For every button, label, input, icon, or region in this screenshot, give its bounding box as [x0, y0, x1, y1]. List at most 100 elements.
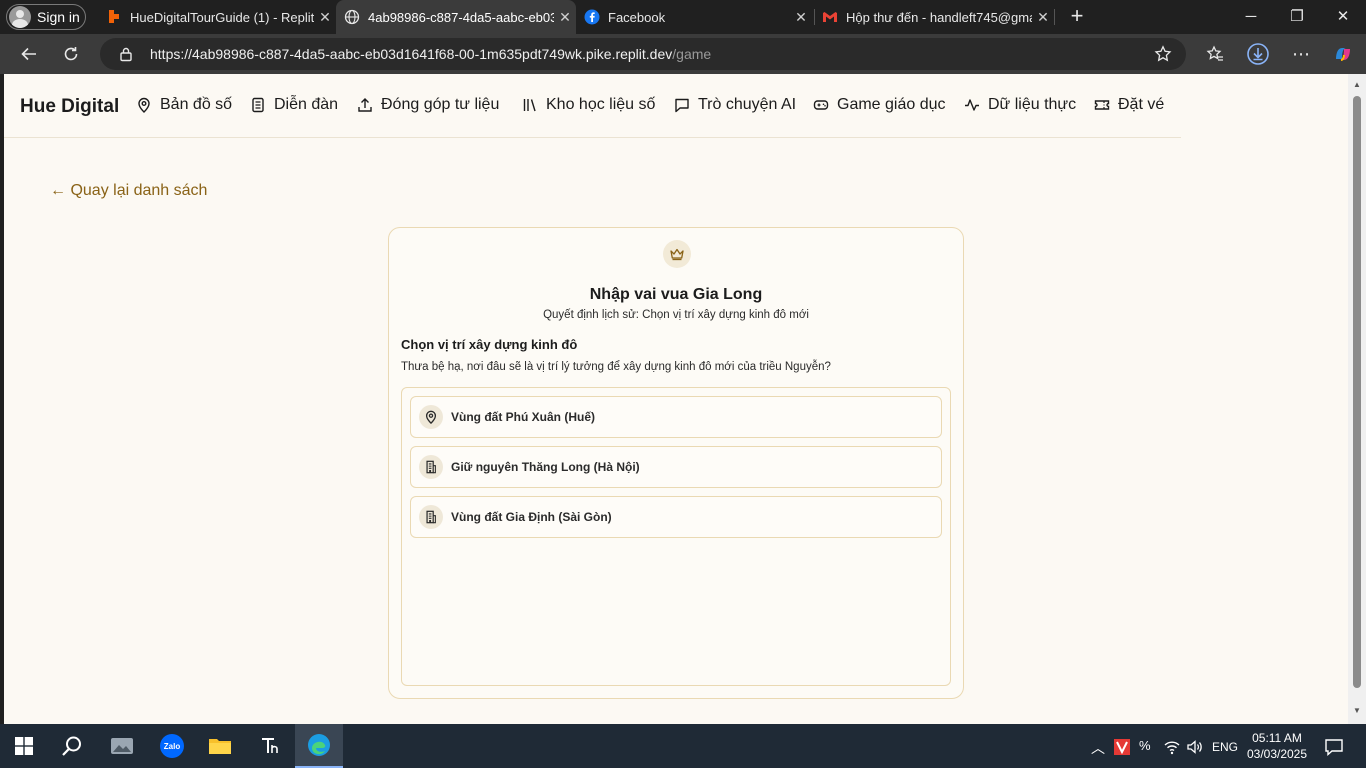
map-pin-icon	[138, 97, 150, 113]
search-icon	[62, 736, 81, 756]
upload-icon	[358, 98, 372, 112]
refresh-icon	[64, 47, 78, 61]
taskbar-file-explorer[interactable]	[196, 724, 244, 768]
windows-logo-icon	[15, 737, 33, 755]
refresh-button[interactable]	[56, 40, 86, 68]
edge-icon	[308, 734, 330, 756]
sign-in-label: Sign in	[37, 9, 80, 25]
question-title: Chọn vị trí xây dựng kinh đô	[401, 337, 578, 352]
favorites-button[interactable]	[1200, 40, 1230, 68]
sign-in-button[interactable]: Sign in	[6, 4, 86, 30]
star-icon[interactable]	[1154, 45, 1172, 63]
browser-toolbar: https://4ab98986-c887-4da5-aabc-eb03d164…	[0, 34, 1366, 74]
option-icon-wrap	[419, 405, 443, 429]
scrollbar-thumb[interactable]	[1353, 96, 1361, 688]
more-menu-button[interactable]: ⋯	[1286, 40, 1316, 68]
favorites-icon	[1206, 45, 1223, 61]
tab-gmail[interactable]: Hộp thư đến - handleft745@gmai ✕	[814, 0, 1054, 34]
game-title: Nhập vai vua Gia Long	[589, 286, 763, 303]
nav-item-ban-do-so[interactable]: Bản đồ số	[136, 96, 232, 114]
profile-avatar-icon	[9, 6, 31, 28]
option-label: Vùng đất Phú Xuân (Huế)	[451, 410, 595, 424]
close-window-button[interactable]: ✕	[1320, 0, 1366, 34]
tray-expand-icon[interactable]: ︿	[1091, 738, 1105, 758]
tab-game-page[interactable]: 4ab98986-c887-4da5-aabc-eb03d ✕	[336, 0, 576, 34]
map-pin-icon	[425, 410, 437, 424]
copilot-button[interactable]	[1328, 40, 1358, 68]
new-tab-button[interactable]: +	[1066, 4, 1088, 30]
back-to-list-link[interactable]: ← Quay lại danh sách	[50, 182, 207, 200]
zalo-icon: Zalo	[160, 734, 184, 758]
wifi-icon[interactable]	[1163, 738, 1181, 756]
close-tab-icon[interactable]: ✕	[314, 9, 336, 26]
clock-date: 03/03/2025	[1246, 747, 1308, 761]
game-card: Nhập vai vua Gia Long Quyết định lịch sử…	[388, 227, 964, 699]
tab-title: Facebook	[608, 9, 666, 25]
restore-button[interactable]: ❐	[1274, 0, 1320, 34]
minimize-button[interactable]: ─	[1228, 0, 1274, 34]
nav-label: Trò chuyện AI	[698, 96, 797, 113]
language-indicator[interactable]: ENG	[1212, 740, 1238, 754]
site-brand[interactable]: Hue Digital	[20, 96, 119, 118]
tab-facebook[interactable]: Facebook ✕	[576, 0, 812, 34]
text-app-icon	[262, 738, 278, 753]
chat-icon	[675, 98, 689, 113]
ime-icon[interactable]: %	[1139, 738, 1151, 753]
downloads-button[interactable]	[1243, 40, 1273, 68]
close-tab-icon[interactable]: ✕	[790, 9, 812, 26]
tab-replit[interactable]: HueDigitalTourGuide (1) - Replit ✕	[98, 0, 336, 34]
question-text: Thưa bệ hạ, nơi đâu sẽ là vị trí lý tưởn…	[401, 361, 831, 373]
taskbar-photos[interactable]	[98, 724, 146, 768]
option-icon-wrap	[419, 505, 443, 529]
lock-icon[interactable]	[118, 46, 134, 62]
address-bar[interactable]: https://4ab98986-c887-4da5-aabc-eb03d164…	[100, 38, 1186, 70]
nav-item-du-lieu-thuc[interactable]: Dữ liệu thực	[964, 96, 1076, 114]
taskbar-edge[interactable]	[295, 724, 343, 768]
back-button[interactable]	[14, 40, 44, 68]
taskbar-text-app[interactable]	[246, 724, 294, 768]
url-text: https://4ab98986-c887-4da5-aabc-eb03d164…	[150, 46, 711, 62]
option-label: Giữ nguyên Thăng Long (Hà Nội)	[451, 460, 640, 474]
activity-icon	[965, 99, 979, 111]
nav-item-dien-dan[interactable]: Diễn đàn	[250, 96, 338, 114]
nav-item-dat-ve[interactable]: Đặt vé	[1094, 96, 1164, 114]
building-icon	[426, 460, 436, 474]
tab-title: HueDigitalTourGuide (1) - Replit	[130, 9, 314, 25]
tab-title: 4ab98986-c887-4da5-aabc-eb03d	[368, 9, 554, 25]
clock-time: 05:11 AM	[1252, 731, 1302, 745]
page-scrollbar[interactable]: ▲ ▼	[1348, 74, 1366, 724]
antivirus-icon[interactable]	[1114, 739, 1130, 755]
nav-item-game-giao-duc[interactable]: Game giáo dục	[813, 96, 946, 114]
nav-label: Đóng góp tư liệu	[381, 96, 500, 113]
option-label: Vùng đất Gia Định (Sài Gòn)	[451, 510, 612, 524]
notification-icon[interactable]	[1324, 737, 1344, 757]
volume-icon[interactable]	[1186, 738, 1204, 756]
gamepad-icon	[813, 100, 829, 110]
arrow-left-icon	[21, 47, 36, 61]
download-icon	[1247, 43, 1269, 65]
scroll-up-icon[interactable]: ▲	[1352, 80, 1362, 90]
close-tab-icon[interactable]: ✕	[1032, 9, 1054, 26]
document-icon	[252, 97, 264, 113]
close-tab-icon[interactable]: ✕	[554, 9, 576, 26]
nav-item-tro-chuyen-ai[interactable]: Trò chuyện AI	[674, 96, 796, 114]
scroll-down-icon[interactable]: ▼	[1352, 706, 1362, 716]
tab-title: Hộp thư đến - handleft745@gmai	[846, 9, 1032, 25]
search-button[interactable]	[48, 724, 96, 768]
game-subtitle: Quyết định lịch sử: Chọn vị trí xây dựng…	[543, 309, 809, 321]
replit-icon	[109, 10, 119, 23]
nav-item-dong-gop-tu-lieu[interactable]: Đóng góp tư liệu	[357, 96, 499, 114]
taskbar-zalo[interactable]: Zalo	[148, 724, 196, 768]
system-clock[interactable]: 05:11 AM 03/03/2025	[1244, 730, 1310, 762]
option-thang-long[interactable]: Giữ nguyên Thăng Long (Hà Nội)	[410, 446, 942, 488]
option-phu-xuan[interactable]: Vùng đất Phú Xuân (Huế)	[410, 396, 942, 438]
options-panel: Vùng đất Phú Xuân (Huế) Giữ nguyên Thăng…	[401, 387, 951, 686]
option-gia-dinh[interactable]: Vùng đất Gia Định (Sài Gòn)	[410, 496, 942, 538]
ticket-icon	[1094, 100, 1110, 110]
crown-icon	[670, 248, 684, 261]
gmail-icon	[823, 12, 837, 22]
start-button[interactable]	[0, 724, 48, 768]
nav-item-kho-hoc-lieu-so[interactable]: Kho học liệu số	[522, 96, 655, 114]
nav-label: Dữ liệu thực	[988, 96, 1077, 113]
photos-icon	[111, 738, 133, 754]
